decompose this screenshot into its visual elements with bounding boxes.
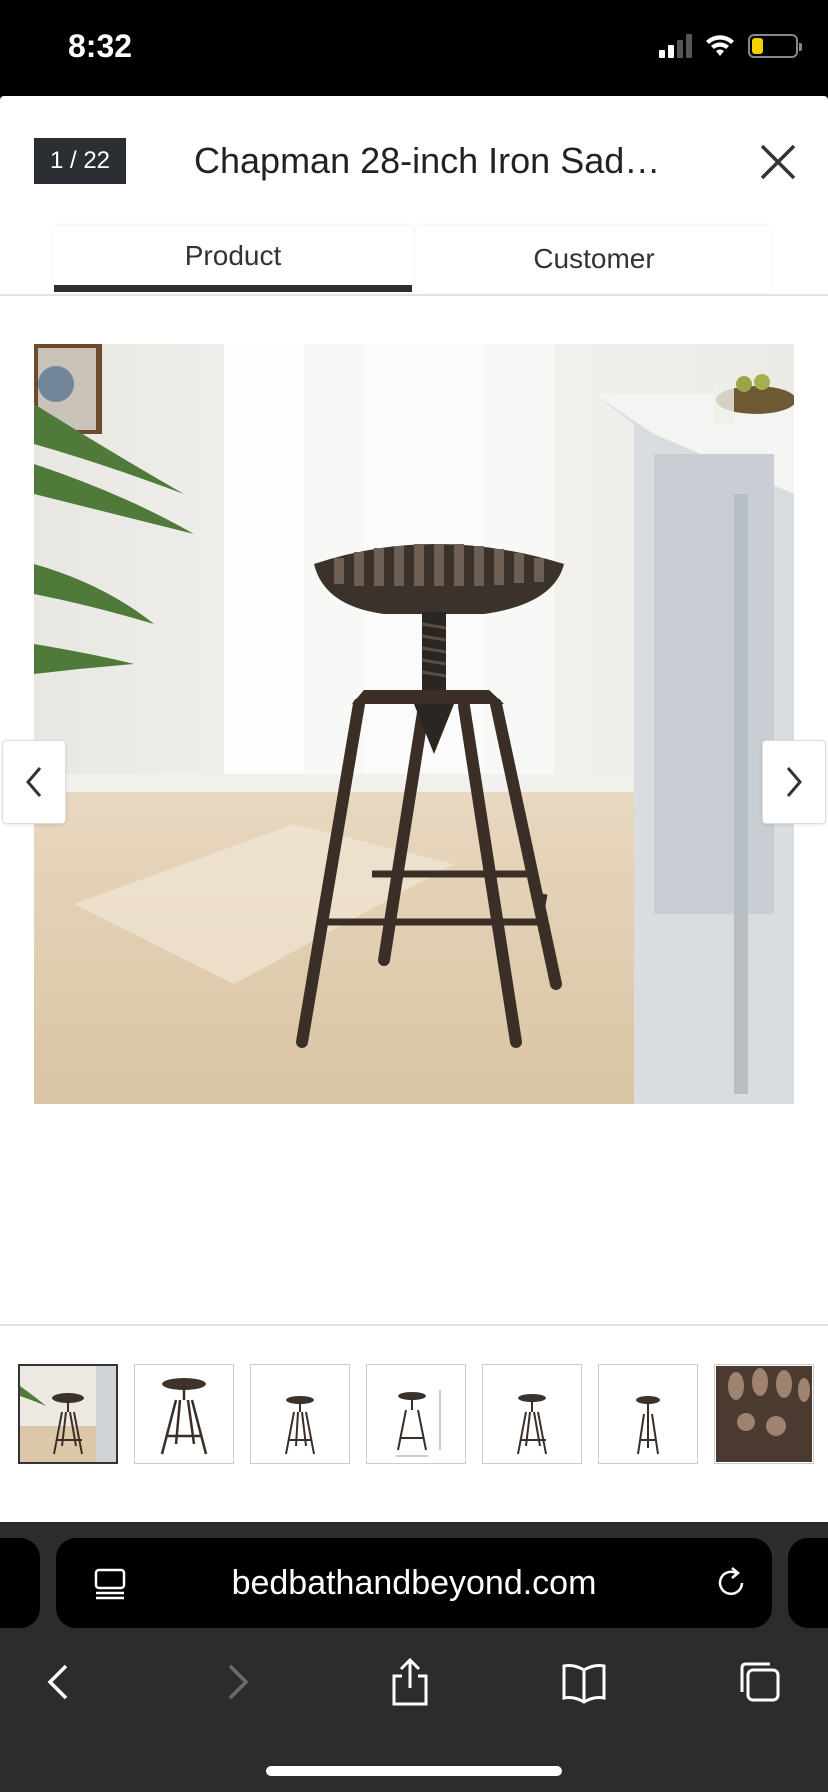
thumbnail-3[interactable] [250,1364,350,1464]
thumbnail-1[interactable] [18,1364,118,1464]
status-icons [659,34,802,58]
main-product-image[interactable] [34,344,794,1104]
tab-product-label: Product [184,239,282,271]
tab-customer-label: Customer [533,243,655,274]
thumbnail-image [285,1396,315,1455]
previous-image-button[interactable] [2,740,66,824]
tab-product[interactable]: Product [54,226,412,292]
tab-divider [0,294,828,296]
tab-customer[interactable]: Customer [416,226,772,292]
battery-icon [748,34,802,58]
thumbnail-image [20,1366,116,1462]
close-button[interactable] [756,140,800,184]
close-icon [760,144,796,180]
status-bar: 8:32 [0,0,828,96]
share-icon[interactable] [386,1658,434,1706]
thumbnail-strip [18,1364,814,1464]
next-image-button[interactable] [762,740,826,824]
wifi-icon [706,35,734,56]
chevron-left-icon [26,767,42,797]
back-icon[interactable] [36,1658,84,1706]
previous-tab-preview[interactable] [0,1538,40,1628]
cellular-signal-icon [659,34,692,58]
forward-icon[interactable] [212,1658,260,1706]
chevron-right-icon [786,767,802,797]
thumbnail-2[interactable] [134,1364,234,1464]
thumbnail-5[interactable] [482,1364,582,1464]
reload-icon[interactable] [712,1564,750,1602]
home-indicator [266,1766,562,1776]
thumbnail-4[interactable] [366,1364,466,1464]
thumbnail-image [396,1390,441,1457]
product-title: Chapman 28-inch Iron Sad… [194,140,661,181]
status-time: 8:32 [68,28,133,64]
image-counter: 1 / 22 [34,138,126,184]
bar-stool-photo [34,344,794,1104]
url-text: bedbathandbeyond.com [231,1563,597,1602]
thumbnail-image [517,1394,547,1455]
browser-toolbar [0,1640,828,1720]
next-tab-preview[interactable] [788,1538,828,1628]
thumbnail-divider [0,1324,828,1326]
tabs-icon[interactable] [736,1658,784,1706]
bookmarks-icon[interactable] [560,1658,608,1706]
address-bar[interactable]: bedbathandbeyond.com [56,1538,772,1628]
thumbnail-image [636,1396,660,1455]
thumbnail-image [160,1378,208,1455]
thumbnail-6[interactable] [598,1364,698,1464]
thumbnail-image [716,1366,812,1462]
thumbnail-7[interactable] [714,1364,814,1464]
